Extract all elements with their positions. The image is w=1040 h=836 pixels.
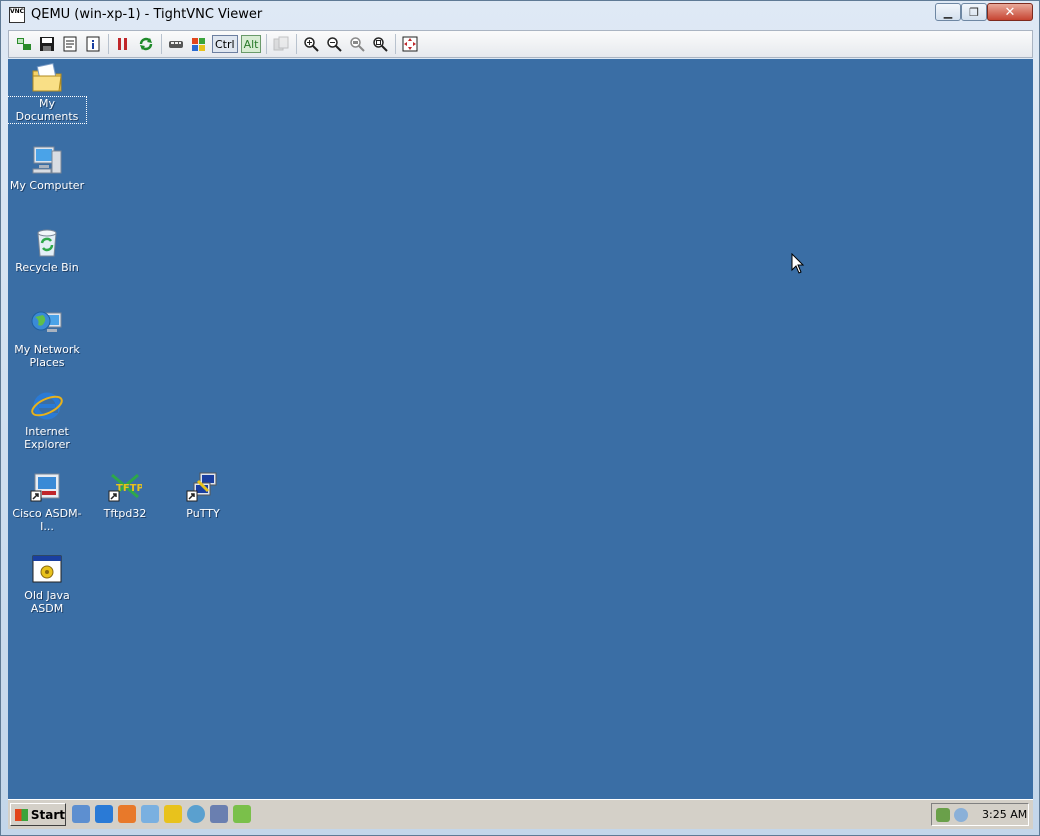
quick-launch <box>72 805 256 823</box>
close-button[interactable]: ✕ <box>987 3 1033 21</box>
globe-tray-icon[interactable] <box>954 807 968 822</box>
java-app-icon <box>30 553 64 587</box>
cisco-asdm-icon <box>30 471 64 505</box>
desktop-icon-label: My Computer <box>9 179 85 192</box>
zoom-fit-icon[interactable] <box>370 34 390 54</box>
show-desktop-icon[interactable] <box>72 805 90 823</box>
start-button[interactable]: Start <box>10 803 66 826</box>
refresh-icon[interactable] <box>136 34 156 54</box>
desktop-icon-label: Internet Explorer <box>24 425 70 451</box>
caption-buttons: ▁ ❐ ✕ <box>935 3 1033 21</box>
folder-quicklaunch-icon[interactable] <box>164 805 182 823</box>
windows-flag-icon <box>15 808 28 821</box>
network-connection-icon[interactable] <box>141 805 159 823</box>
vnc-app-icon[interactable]: VNC <box>9 7 25 23</box>
mouse-pointer-icon <box>791 252 805 279</box>
desktop-icon-label: Recycle Bin <box>15 261 79 274</box>
network-tray-icon[interactable] <box>936 807 950 822</box>
save-session-icon[interactable] <box>37 34 57 54</box>
putty-icon <box>186 471 220 505</box>
system-tray: 3:25 AM <box>931 803 1029 826</box>
tftpd32-icon: TFTP <box>108 471 144 505</box>
toolbar-separator <box>161 34 162 54</box>
desktop-icon-recycle-bin[interactable]: Recycle Bin <box>8 225 86 274</box>
firefox-icon[interactable] <box>118 805 136 823</box>
network-globe-icon <box>30 307 64 341</box>
restore-button[interactable]: ❐ <box>961 3 987 21</box>
desktop-icon-my-computer[interactable]: My Computer <box>8 143 86 192</box>
internet-explorer-quicklaunch-icon[interactable] <box>95 805 113 823</box>
desktop-icon-label: Tftpd32 <box>103 507 147 520</box>
transfer-files-icon[interactable] <box>271 34 291 54</box>
vnc-viewer-window: VNC QEMU (win-xp-1) - TightVNC Viewer ▁ … <box>0 0 1040 836</box>
zoom-100-icon[interactable] <box>347 34 367 54</box>
zoom-in-icon[interactable] <box>301 34 321 54</box>
globe-quicklaunch-icon[interactable] <box>187 805 205 823</box>
desktop-icon-putty[interactable]: PuTTY <box>164 471 242 520</box>
connection-options-icon[interactable] <box>60 34 80 54</box>
folder-documents-icon <box>30 61 64 95</box>
send-ctrl-alt-del-icon[interactable] <box>166 34 186 54</box>
toolbar-separator <box>266 34 268 54</box>
desktop-icon-label: Cisco ASDM-I... <box>12 507 82 533</box>
vnc-toolbar: Ctrl Alt <box>8 30 1033 58</box>
desktop-icon-old-java-asdm[interactable]: Old Java ASDM <box>8 553 86 615</box>
taskbar: Start 3:25 AM <box>8 799 1033 829</box>
desktop-icon-my-network-places[interactable]: My Network Places <box>8 307 86 369</box>
pause-icon[interactable] <box>113 34 133 54</box>
tftpd-quicklaunch-icon[interactable] <box>233 805 251 823</box>
internet-explorer-icon <box>30 389 64 423</box>
desktop-icon-label: PuTTY <box>186 507 220 520</box>
ctrl-key-toggle[interactable]: Ctrl <box>212 35 238 53</box>
zoom-out-icon[interactable] <box>324 34 344 54</box>
send-ctrl-esc-icon[interactable] <box>189 34 209 54</box>
putty-quicklaunch-icon[interactable] <box>210 805 228 823</box>
desktop-icon-internet-explorer[interactable]: Internet Explorer <box>8 389 86 451</box>
toolbar-separator <box>108 34 109 54</box>
minimize-button[interactable]: ▁ <box>935 3 961 21</box>
full-screen-icon[interactable] <box>400 34 420 54</box>
desktop-icon-my-documents[interactable]: My Documents <box>8 61 87 124</box>
svg-text:TFTP: TFTP <box>116 483 142 494</box>
title-bar[interactable]: VNC QEMU (win-xp-1) - TightVNC Viewer ▁ … <box>1 1 1039 29</box>
desktop-icon-tftpd32[interactable]: TFTP Tftpd32 <box>86 471 164 520</box>
new-connection-icon[interactable] <box>14 34 34 54</box>
alt-key-toggle[interactable]: Alt <box>240 35 262 53</box>
toolbar-separator <box>395 34 397 54</box>
connection-info-icon[interactable] <box>83 34 103 54</box>
window-title: QEMU (win-xp-1) - TightVNC Viewer <box>31 7 263 22</box>
recycle-bin-icon <box>30 225 64 259</box>
clock[interactable]: 3:25 AM <box>982 808 1027 821</box>
desktop-icon-label: My Documents <box>8 96 87 124</box>
remote-desktop[interactable]: My Documents My Computer Recycle Bin My … <box>8 59 1033 799</box>
toolbar-separator <box>296 34 298 54</box>
desktop-icon-label: My Network Places <box>14 343 80 369</box>
desktop-icon-cisco-asdm[interactable]: Cisco ASDM-I... <box>8 471 86 533</box>
computer-icon <box>30 143 64 177</box>
desktop-icon-label: Old Java ASDM <box>24 589 70 615</box>
